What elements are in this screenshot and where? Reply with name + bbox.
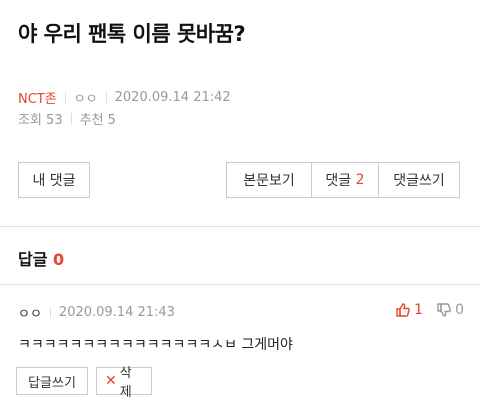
divider: [49, 307, 51, 318]
my-comments-button[interactable]: 내 댓글: [18, 162, 90, 198]
like-button[interactable]: 1: [396, 302, 423, 318]
replies-count: 0: [53, 250, 65, 269]
comments-label: 댓글: [325, 173, 352, 189]
delete-button[interactable]: ✕ 삭제: [96, 366, 152, 400]
x-icon: ✕: [105, 373, 117, 389]
post-title: 야 우리 팬톡 이름 못바꿈?: [18, 22, 246, 46]
comment-author: ㅇㅇ: [18, 307, 42, 322]
post-action-group: 본문보기 댓글 2 댓글쓰기: [226, 162, 460, 198]
view-count: 조회 53: [18, 113, 63, 128]
divider: [70, 113, 72, 124]
divider: [64, 92, 66, 103]
write-reply-button[interactable]: 답글쓰기: [16, 367, 88, 395]
divider: [105, 92, 107, 103]
comments-button[interactable]: 댓글 2: [311, 163, 378, 197]
write-comment-button[interactable]: 댓글쓰기: [378, 163, 459, 197]
recommend-count: 추천 5: [79, 113, 116, 128]
post-meta: NCT존 ㅇㅇ 2020.09.14 21:42: [18, 88, 231, 107]
section-divider: [0, 226, 480, 227]
comment-text: ㅋㅋㅋㅋㅋㅋㅋㅋㅋㅋㅋㅋㅋㅋㅋㅅㅂ 그게머야: [18, 337, 293, 353]
view-body-button[interactable]: 본문보기: [227, 163, 311, 197]
dislike-count: 0: [455, 302, 464, 318]
board-link[interactable]: NCT존: [18, 88, 57, 107]
thumbs-down-icon: [437, 303, 451, 317]
thumbs-up-icon: [396, 303, 411, 317]
replies-heading: 답글 0: [18, 246, 64, 270]
post-datetime: 2020.09.14 21:42: [114, 90, 231, 105]
post-stats: 조회 53 추천 5: [18, 109, 116, 128]
like-count: 1: [414, 302, 424, 318]
delete-label: 삭제: [119, 366, 132, 400]
section-divider: [0, 284, 480, 285]
comment-meta: ㅇㅇ 2020.09.14 21:43: [18, 303, 175, 322]
comment-datetime: 2020.09.14 21:43: [58, 305, 175, 320]
comments-count: 2: [355, 172, 365, 188]
post-author: ㅇㅇ: [73, 92, 98, 107]
comment-votes: 1 0: [396, 302, 464, 318]
replies-label: 답글: [18, 250, 48, 269]
dislike-button[interactable]: 0: [437, 302, 464, 318]
